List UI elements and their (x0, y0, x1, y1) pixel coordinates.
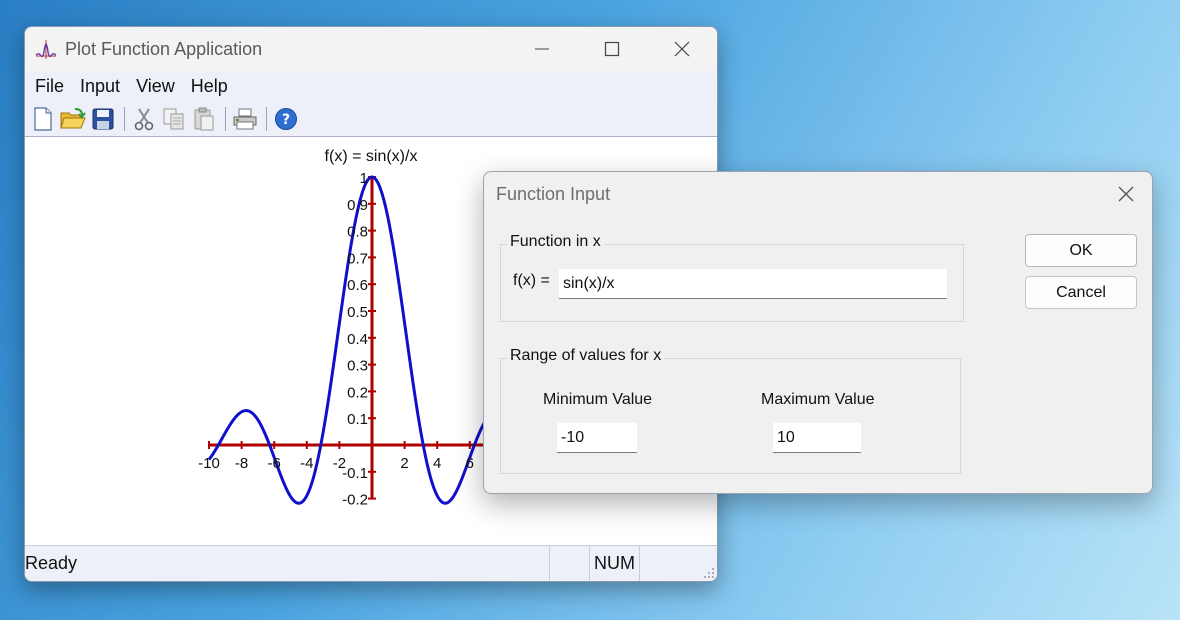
status-text: Ready (25, 553, 78, 573)
save-button[interactable] (89, 105, 117, 133)
menu-help[interactable]: Help (191, 76, 228, 97)
help-icon: ? (275, 107, 297, 130)
window-title: Plot Function Application (65, 38, 263, 59)
print-button[interactable] (231, 105, 259, 133)
function-group-label: Function in x (507, 233, 604, 251)
y-tick-label: 0.5 (347, 304, 368, 321)
x-tick-label: -6 (268, 455, 281, 472)
toolbar-separator (266, 106, 267, 131)
function-input-dialog: Function Input Function in x f(x) = sin(… (483, 171, 1153, 494)
help-button[interactable]: ? (272, 105, 300, 133)
range-group-label: Range of values for x (507, 347, 665, 365)
maximize-icon (604, 41, 620, 57)
y-tick-label: -0.2 (342, 492, 368, 509)
y-tick-label: 0.4 (347, 331, 368, 348)
dialog-title: Function Input (496, 183, 611, 204)
y-tick-label: 1 (360, 170, 368, 187)
y-tick-label: 0.6 (347, 277, 368, 294)
close-icon (674, 41, 690, 57)
open-button[interactable] (59, 105, 87, 133)
svg-text:?: ? (282, 112, 290, 128)
copy-button[interactable] (160, 105, 188, 133)
cut-button[interactable] (130, 105, 158, 133)
status-cell-caps (549, 545, 589, 581)
function-groupbox: Function in x f(x) = sin(x)/x (500, 233, 964, 322)
fx-label: f(x) = (513, 272, 550, 289)
plot-title: f(x) = sin(x)/x (325, 148, 418, 165)
y-tick-label: 0.3 (347, 358, 368, 375)
minimize-button[interactable] (507, 27, 577, 71)
y-tick-label: 0.2 (347, 384, 368, 401)
max-value-input[interactable]: 10 (773, 423, 861, 453)
function-input[interactable]: sin(x)/x (559, 269, 947, 299)
paste-button[interactable] (190, 105, 218, 133)
x-tick-label: 2 (400, 455, 408, 472)
close-button[interactable] (647, 27, 717, 71)
resize-grip-icon (704, 567, 714, 578)
copy-icon (163, 108, 184, 129)
ok-button[interactable]: OK (1025, 234, 1137, 267)
save-icon (92, 108, 114, 129)
close-icon (1118, 186, 1134, 202)
status-cell-scrl (639, 545, 687, 581)
status-num: NUM (589, 545, 639, 581)
app-icon (35, 40, 57, 59)
menu-input[interactable]: Input (80, 76, 120, 97)
maximize-button[interactable] (577, 27, 647, 71)
new-file-icon (34, 106, 52, 131)
paste-icon (194, 107, 214, 130)
title-bar[interactable]: Plot Function Application (25, 27, 717, 71)
print-icon (233, 108, 257, 129)
min-value-label: Minimum Value (543, 391, 653, 408)
max-value-label: Maximum Value (761, 391, 875, 408)
range-groupbox: Range of values for x Minimum Value -10 … (500, 347, 961, 474)
open-folder-icon (60, 107, 86, 128)
min-value-input[interactable]: -10 (557, 423, 637, 453)
new-button[interactable] (29, 105, 57, 133)
y-tick-label: 0.7 (347, 250, 368, 267)
status-bar: Ready NUM (25, 545, 717, 581)
menu-bar: File Input View Help (25, 71, 717, 101)
toolbar-separator (124, 106, 125, 131)
x-tick-label: 6 (466, 455, 474, 472)
cancel-button[interactable]: Cancel (1025, 276, 1137, 309)
dialog-title-bar[interactable]: Function Input (484, 172, 1152, 216)
menu-view[interactable]: View (136, 76, 175, 97)
resize-grip[interactable] (687, 546, 717, 582)
x-tick-label: -4 (300, 455, 313, 472)
y-tick-label: -0.1 (342, 465, 368, 482)
x-tick-label: -8 (235, 455, 248, 472)
dialog-close-button[interactable] (1114, 182, 1138, 206)
cut-icon (134, 107, 154, 130)
y-tick-label: 0.1 (347, 411, 368, 428)
x-tick-label: -10 (198, 455, 220, 472)
y-tick-label: 0.8 (347, 224, 368, 241)
menu-file[interactable]: File (35, 76, 64, 97)
x-tick-label: 4 (433, 455, 441, 472)
minimize-icon (535, 48, 549, 50)
toolbar: ? (25, 101, 717, 137)
toolbar-separator (225, 106, 226, 131)
y-tick-label: 0.9 (347, 197, 368, 214)
